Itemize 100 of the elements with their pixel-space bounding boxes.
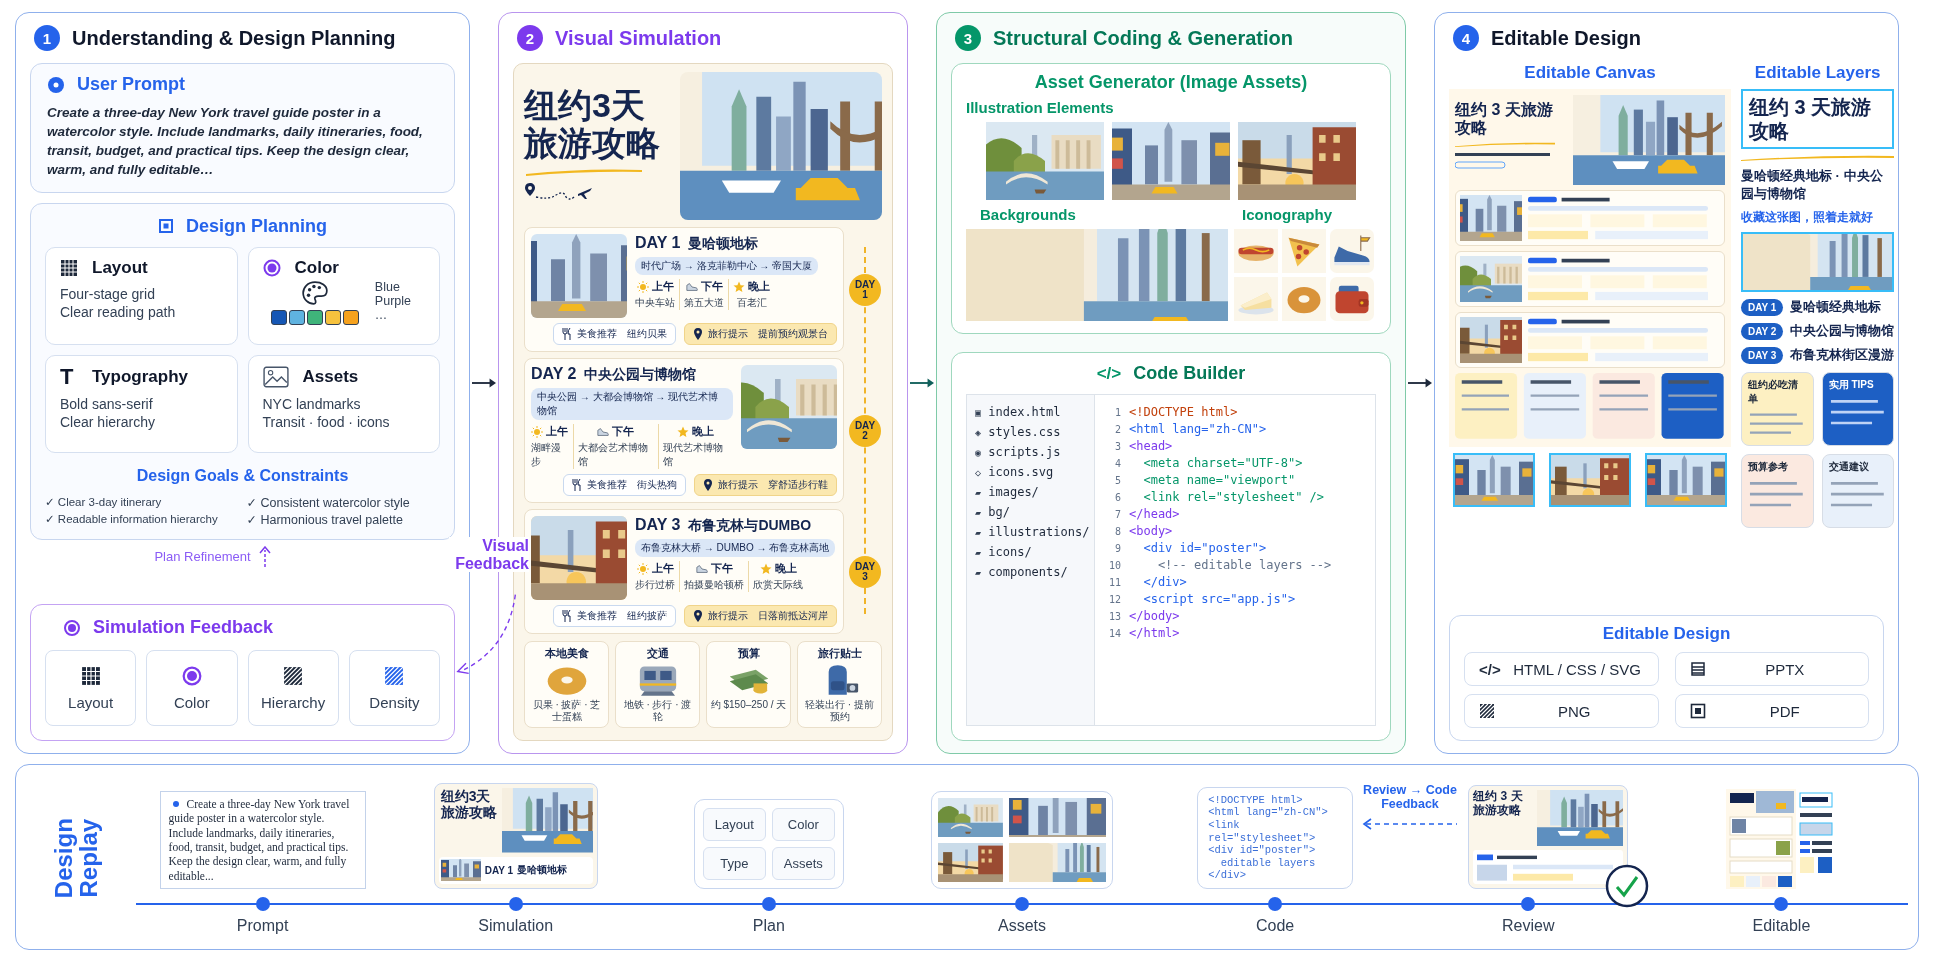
feedback-label: Layout — [68, 693, 114, 711]
step-label: Code — [1256, 916, 1295, 936]
file-item[interactable]: ▰ bg/ — [975, 505, 1010, 519]
route-pill: 中央公园 → 大都会博物馆 → 现代艺术博物馆 — [531, 388, 733, 420]
card-title: Editable Design — [1601, 624, 1732, 644]
feedback-label: Density — [369, 693, 420, 711]
tile-title: 旅行贴士 — [817, 646, 862, 661]
code-line: rel="stylesheet"> — [1208, 831, 1317, 845]
day-badge: DAY 2 — [1741, 322, 1784, 340]
code-line: <meta name="viewport" — [1142, 473, 1296, 487]
goal-item: ✓ Readable information hierarchy — [45, 511, 219, 527]
file-item[interactable]: ◉ scripts.js — [975, 445, 1061, 459]
card-title: Simulation Feedback — [93, 617, 274, 638]
step-number-badge: 2 — [517, 25, 543, 51]
step-label: Assets — [998, 916, 1046, 936]
plan-detail: Transit · food · icons — [262, 413, 391, 430]
line-number: 2 — [1113, 424, 1121, 435]
line-number: 10 — [1107, 560, 1121, 571]
day-badge: DAY 3 — [849, 555, 881, 588]
time-of-day: 晚上 — [774, 561, 797, 576]
goal-item: ✓ Consistent watercolor style — [246, 494, 411, 510]
plan-card-title: Assets — [302, 366, 359, 387]
goals-title: Design Goals & Constraints — [135, 466, 350, 485]
line-number: 5 — [1113, 475, 1121, 486]
plan-detail: NYC landmarks — [262, 395, 362, 412]
travel-tip-text: 旅行提示 日落前抵达河岸 — [708, 609, 828, 623]
step-number-badge: 4 — [1453, 25, 1479, 51]
layer-tagline: 收藏这张图，照着走就好 — [1741, 209, 1874, 226]
text-icon: T — [60, 365, 78, 388]
file-item[interactable]: ▰ images/ — [975, 485, 1039, 499]
line-number: 1 — [1113, 407, 1121, 418]
line-number: 3 — [1113, 441, 1121, 452]
code-line: <!DOCTYPE html> — [1208, 793, 1304, 807]
stage-title: Visual Simulation — [555, 26, 722, 50]
card-title: Code Builder — [1133, 363, 1246, 384]
activity: 步行过桥 — [635, 578, 675, 592]
card-title: Asset Generator (Image Assets) — [1033, 72, 1309, 93]
time-of-day: 上午 — [651, 279, 674, 294]
tile-title: 本地美食 — [544, 646, 589, 661]
activity: 百老汇 — [736, 296, 767, 310]
plan-detail: Clear reading path — [60, 303, 177, 320]
food-tip-text: 美食推荐 街头热狗 — [587, 478, 677, 492]
time-of-day: 上午 — [546, 424, 569, 439]
plan-chip: Type — [702, 847, 766, 880]
format-button[interactable]: PPTX — [1674, 652, 1869, 686]
code-line: <body> — [1129, 524, 1173, 538]
file-item[interactable]: ▰ icons/ — [975, 545, 1032, 559]
format-button[interactable]: PNG — [1464, 694, 1659, 728]
activity: 中央车站 — [635, 296, 675, 310]
day-title: 布鲁克林与DUMBO — [688, 517, 812, 535]
food-tip-text: 美食推荐 纽约披萨 — [577, 609, 667, 623]
plan-chip: Layout — [702, 808, 766, 841]
prompt-text: Create a three-day New York travel guide poster in a watercolor style. Include landmarks, daily itineraries, food, transit, budget, and practical tips. Keep the design clear, warm, and fully editable… — [47, 104, 424, 180]
tile-text: 约 $150–250 / 天 — [710, 699, 787, 711]
file-item[interactable]: ▰ illustrations/ — [975, 525, 1090, 539]
day-title: 中央公园与博物馆 — [584, 366, 697, 384]
day-badge: DAY 1 — [849, 273, 881, 306]
activity: 欣赏天际线 — [753, 578, 803, 592]
file-item[interactable]: ◇ icons.svg — [975, 465, 1054, 479]
plan-chip: Assets — [771, 847, 835, 880]
time-of-day: 晚上 — [692, 424, 715, 439]
food-tip-text: 美食推荐 纽约贝果 — [577, 327, 667, 341]
code-line: <div id="poster"> — [1208, 844, 1317, 857]
prompt-text: Create a three-day New York travel guide poster in a watercolor style. Include landmarks, daily itineraries, food, transit, budget, and practical tips. Keep the design clear, warm, and fully editable... — [159, 790, 366, 889]
section-label: Editable Canvas — [1523, 63, 1657, 83]
code-line: <div id="poster"> — [1142, 541, 1267, 555]
section-label: Illustration Elements — [966, 99, 1115, 116]
line-number: 12 — [1107, 594, 1121, 605]
file-item[interactable]: ◈ styles.css — [975, 425, 1061, 439]
day-label: DAY 2 — [531, 365, 577, 383]
step-label: Review — [1502, 916, 1555, 936]
format-button[interactable]: </> HTML / CSS / SVG — [1464, 652, 1659, 686]
tile-text: 地铁 · 步行 · 渡轮 — [622, 699, 693, 723]
day-title: 曼哈顿地标 — [688, 235, 759, 253]
card-title: User Prompt — [77, 74, 186, 95]
day-badge: DAY 1 — [1741, 298, 1784, 316]
file-item[interactable]: ▣ index.html — [975, 405, 1061, 419]
step-number-badge: 3 — [955, 25, 981, 51]
refinement-label: Plan Refinement — [154, 549, 251, 565]
section-title: Design Replay — [50, 817, 102, 900]
code-line: <script src="app.js"> — [1142, 592, 1296, 606]
activity: 大都会艺术博物馆 — [577, 441, 649, 469]
day-title: 曼哈顿地标 — [517, 863, 568, 878]
goal-item: ✓ Clear 3-day itinerary — [45, 494, 163, 510]
activity: 拍摄曼哈顿桥 — [684, 578, 744, 592]
goal-item: ✓ Harmonious travel palette — [246, 511, 404, 527]
code-line: editable layers — [1219, 856, 1317, 870]
section-label: Editable Layers — [1753, 63, 1882, 83]
activity: 第五大道 — [684, 296, 724, 310]
tile-text: 轻装出行 · 提前预约 — [804, 699, 875, 723]
tile-text: 贝果 · 披萨 · 芝士蛋糕 — [531, 699, 602, 723]
format-button[interactable]: PDF — [1674, 694, 1869, 728]
feedback-label: Hierarchy — [261, 693, 326, 711]
code-line: <meta charset="UTF-8"> — [1142, 456, 1303, 470]
code-line: </head> — [1129, 507, 1180, 521]
file-item[interactable]: ▰ components/ — [975, 565, 1068, 579]
code-line: <link rel="stylesheet" /> — [1142, 490, 1325, 504]
stage-title: Understanding & Design Planning — [72, 26, 396, 50]
step-label: Editable — [1752, 916, 1811, 936]
code-line: </body> — [1129, 609, 1180, 623]
